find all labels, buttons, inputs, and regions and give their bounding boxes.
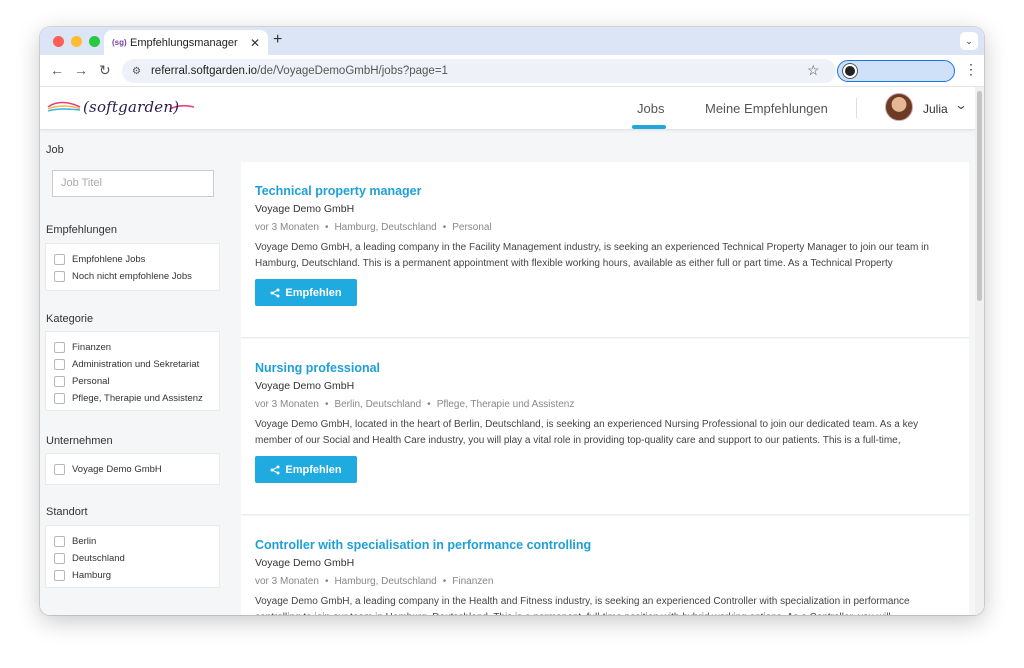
- filter-option[interactable]: Voyage Demo GmbH: [54, 464, 162, 475]
- filter-option[interactable]: Empfohlene Jobs: [54, 254, 145, 265]
- tab-strip: (sg) Empfehlungsmanager ✕ + ⌄: [40, 27, 984, 55]
- nav-divider: [856, 98, 857, 118]
- browser-window: (sg) Empfehlungsmanager ✕ + ⌄ ← → ↻ ⚙ re…: [40, 27, 984, 615]
- checkbox[interactable]: [54, 359, 65, 370]
- close-tab-icon[interactable]: ✕: [250, 36, 260, 50]
- nav-active-indicator: [632, 125, 666, 129]
- checkbox[interactable]: [54, 271, 65, 282]
- minimize-window-button[interactable]: [71, 36, 82, 47]
- job-company: Voyage Demo GmbH: [255, 203, 355, 215]
- browser-toolbar: ← → ↻ ⚙ referral.softgarden.io/de/Voyage…: [40, 55, 984, 87]
- filter-option[interactable]: Pflege, Therapie und Assistenz: [54, 393, 203, 404]
- browser-menu-icon[interactable]: ⋮: [964, 61, 978, 78]
- job-title-link[interactable]: Technical property manager: [255, 184, 422, 198]
- profile-avatar-icon: [843, 64, 857, 78]
- filter-option[interactable]: Finanzen: [54, 342, 111, 353]
- filter-title-unternehmen: Unternehmen: [46, 435, 113, 447]
- nav-jobs[interactable]: Jobs: [637, 101, 664, 116]
- logo-text: (softgarden): [83, 98, 180, 116]
- app-header: (softgarden) Jobs Meine Empfehlungen Jul…: [40, 87, 984, 130]
- checkbox[interactable]: [54, 254, 65, 265]
- user-avatar[interactable]: [885, 93, 913, 121]
- job-title-link[interactable]: Controller with specialisation in perfor…: [255, 538, 591, 552]
- favicon-icon: (sg): [112, 38, 127, 47]
- empfehlen-button[interactable]: Empfehlen: [255, 279, 357, 306]
- empfehlen-button[interactable]: Empfehlen: [255, 456, 357, 483]
- tab-search-icon[interactable]: ⌄: [960, 32, 978, 50]
- filter-box-empfehlungen: Empfohlene Jobs Noch nicht empfohlene Jo…: [45, 243, 220, 291]
- close-window-button[interactable]: [53, 36, 64, 47]
- share-icon: [270, 465, 280, 474]
- filter-option[interactable]: Administration und Sekretariat: [54, 359, 199, 370]
- job-company: Voyage Demo GmbH: [255, 557, 355, 569]
- job-title-input[interactable]: Job Titel: [52, 170, 214, 197]
- url-path: /de/VoyageDemoGmbH/jobs?page=1: [257, 65, 448, 77]
- scrollbar-thumb[interactable]: [977, 91, 982, 301]
- url-host: referral.softgarden.io: [150, 65, 258, 77]
- browser-tab[interactable]: (sg) Empfehlungsmanager ✕: [104, 30, 268, 55]
- job-description: Voyage Demo GmbH, a leading company in t…: [255, 242, 929, 269]
- reload-icon[interactable]: ↻: [99, 62, 111, 79]
- filter-option[interactable]: Berlin: [54, 536, 96, 547]
- checkbox[interactable]: [54, 536, 65, 547]
- filter-option[interactable]: Noch nicht empfohlene Jobs: [54, 271, 192, 282]
- filter-box-unternehmen: Voyage Demo GmbH: [45, 453, 220, 485]
- filter-option[interactable]: Personal: [54, 376, 110, 387]
- window-controls: [53, 36, 100, 47]
- share-icon: [270, 288, 280, 297]
- new-tab-icon[interactable]: +: [273, 31, 282, 49]
- job-card: Technical property manager Voyage Demo G…: [241, 162, 969, 338]
- filter-title-standort: Standort: [46, 506, 88, 518]
- profile-button[interactable]: [837, 60, 955, 82]
- job-description: Voyage Demo GmbH, located in the heart o…: [255, 419, 919, 446]
- job-description: Voyage Demo GmbH, a leading company in t…: [255, 596, 910, 615]
- address-bar[interactable]: ⚙ referral.softgarden.io/de/VoyageDemoGm…: [122, 59, 836, 83]
- bookmark-star-icon[interactable]: ☆: [807, 62, 820, 79]
- job-title-link[interactable]: Nursing professional: [255, 361, 380, 375]
- job-card: Controller with specialisation in perfor…: [241, 516, 969, 615]
- back-icon[interactable]: ←: [50, 62, 64, 78]
- filter-title-job: Job: [46, 144, 64, 156]
- softgarden-logo[interactable]: (softgarden): [46, 95, 196, 121]
- filter-box-kategorie: Finanzen Administration und Sekretariat …: [45, 331, 220, 411]
- job-meta: vor 3 Monaten • Hamburg, Deutschland • Perso…: [255, 222, 492, 233]
- checkbox[interactable]: [54, 342, 65, 353]
- job-company: Voyage Demo GmbH: [255, 380, 355, 392]
- filter-option[interactable]: Deutschland: [54, 553, 125, 564]
- job-meta: vor 3 Monaten • Berlin, Deutschland • Pflege…: [255, 399, 575, 410]
- job-card: Nursing professional Voyage Demo GmbH vo…: [241, 339, 969, 515]
- checkbox[interactable]: [54, 376, 65, 387]
- scrollbar[interactable]: [975, 87, 984, 615]
- filter-title-empfehlungen: Empfehlungen: [46, 224, 117, 236]
- checkbox[interactable]: [54, 464, 65, 475]
- checkbox[interactable]: [54, 570, 65, 581]
- site-settings-icon[interactable]: ⚙: [132, 66, 141, 77]
- filter-title-kategorie: Kategorie: [46, 313, 94, 325]
- filter-box-standort: Berlin Deutschland Hamburg: [45, 525, 220, 588]
- checkbox[interactable]: [54, 393, 65, 404]
- page-content: (softgarden) Jobs Meine Empfehlungen Jul…: [40, 87, 984, 615]
- maximize-window-button[interactable]: [89, 36, 100, 47]
- chevron-down-icon[interactable]: ⌄: [954, 98, 967, 112]
- user-name[interactable]: Julia: [923, 102, 948, 116]
- job-meta: vor 3 Monaten • Hamburg, Deutschland • Finan…: [255, 576, 494, 587]
- forward-icon[interactable]: →: [74, 62, 88, 78]
- checkbox[interactable]: [54, 553, 65, 564]
- filter-option[interactable]: Hamburg: [54, 570, 111, 581]
- nav-meine-empfehlungen[interactable]: Meine Empfehlungen: [705, 101, 828, 116]
- tab-title: Empfehlungsmanager: [130, 36, 238, 49]
